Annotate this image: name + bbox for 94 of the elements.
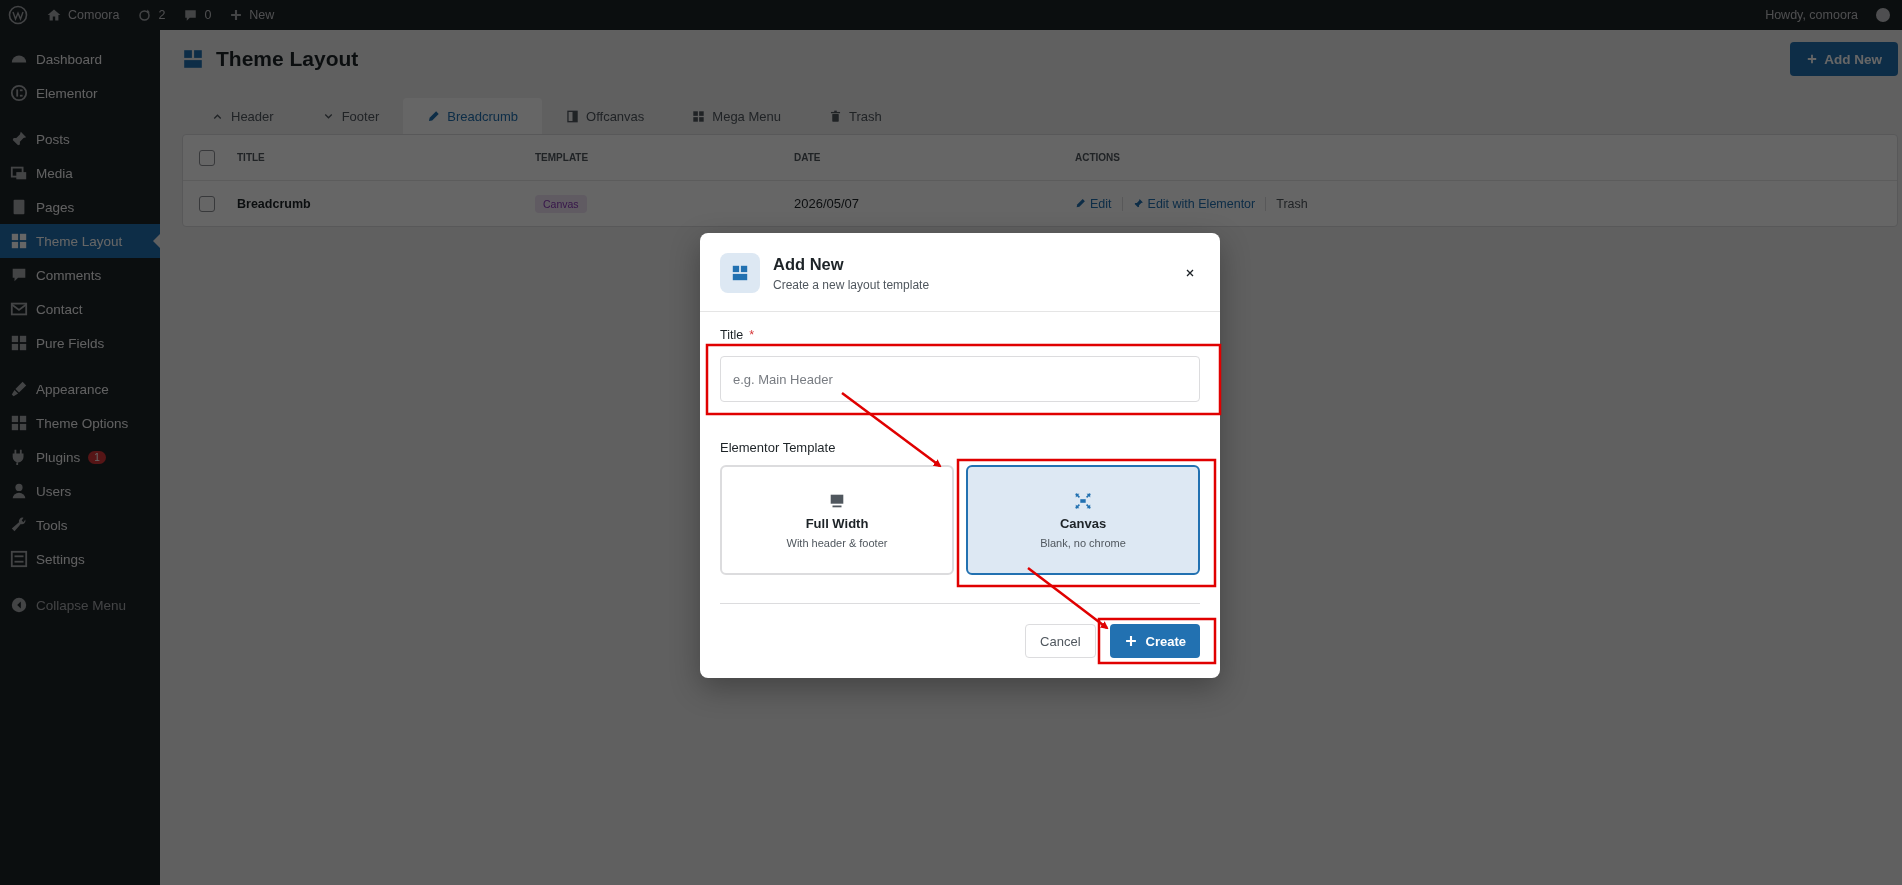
sidebar-item-label: Users [36, 483, 72, 499]
plus-icon [1806, 53, 1819, 65]
sidebar-item-label: Pure Fields [36, 335, 105, 351]
dialog-subtitle: Create a new layout template [773, 277, 931, 292]
sidebar-item-label: Tools [36, 517, 68, 533]
layout-grid-icon [182, 48, 204, 70]
pin-icon [10, 130, 28, 148]
refresh-icon[interactable] [137, 7, 153, 23]
envelope-icon [10, 300, 28, 318]
sidebar-item[interactable]: Comments [0, 258, 160, 292]
tab[interactable]: Offcanvas [542, 98, 669, 134]
sidebar-item[interactable]: Theme Layout [0, 224, 160, 258]
expand-arrows-icon [1074, 491, 1092, 510]
sidebar-item-label: Pages [36, 199, 75, 215]
sidebar-item-label: Settings [36, 551, 85, 567]
section-label: Elementor Template [720, 440, 837, 455]
sidebar-item[interactable]: Pages [0, 190, 160, 224]
circle-logo-icon [10, 84, 28, 102]
updates-count[interactable]: 2 [158, 8, 166, 22]
sidebar-item-label: Plugins [36, 449, 81, 465]
sidebar-item-label: Theme Options [36, 415, 129, 431]
row-checkbox[interactable] [199, 195, 215, 212]
create-button[interactable]: Create [1109, 624, 1200, 658]
elementor-link[interactable]: Edit with Elementor [1132, 196, 1256, 211]
comments-count[interactable]: 0 [204, 8, 212, 22]
pencil-icon [427, 109, 441, 123]
wordpress-logo-icon[interactable] [8, 5, 28, 25]
template-tag: Canvas [535, 194, 587, 213]
sidebar-item[interactable]: Theme Options [0, 406, 160, 440]
sidebar-item-label: Comments [36, 267, 102, 283]
grid-icon [10, 334, 28, 352]
person-icon [10, 482, 28, 500]
tab[interactable]: Breadcrumb [403, 98, 543, 134]
tab[interactable]: Header [187, 98, 298, 134]
tab[interactable]: Mega Menu [668, 98, 805, 134]
images-icon [10, 164, 28, 182]
column-header: TITLE [237, 152, 266, 163]
edit-link[interactable]: Edit [1075, 196, 1112, 211]
brush-icon [10, 380, 28, 398]
tab[interactable]: Trash [805, 98, 906, 134]
sidebar-item[interactable]: Posts [0, 122, 160, 156]
layout-grid-icon [731, 264, 749, 282]
column-header: TEMPLATE [535, 152, 590, 163]
trash-link[interactable]: Trash [1276, 196, 1308, 211]
grid-icon [10, 232, 28, 250]
add-new-button[interactable]: Add New [1790, 42, 1898, 76]
sidebar-item[interactable]: Settings [0, 542, 160, 576]
column-header: ACTIONS [1075, 152, 1121, 163]
sidebar-item[interactable]: Users [0, 474, 160, 508]
title-input-field[interactable]: e.g. Main Header [720, 356, 1200, 402]
dialog-title: Add New [773, 254, 845, 274]
site-name-link[interactable]: Comoora [68, 8, 120, 22]
sidebar-item[interactable]: Elementor [0, 76, 160, 110]
new-link[interactable]: New [249, 8, 275, 22]
home-icon[interactable] [46, 7, 62, 23]
template-option[interactable]: Canvas Blank, no chrome [966, 465, 1200, 575]
side-panel-icon [566, 109, 580, 123]
sidebar-item[interactable]: Appearance [0, 372, 160, 406]
plus-icon [1123, 634, 1138, 648]
sidebar-item[interactable]: Pure Fields [0, 326, 160, 360]
date-cell-text: 2026/05/07 [794, 196, 861, 211]
title-cell-text: Breadcrumb [237, 196, 312, 211]
sidebar-item-label: Appearance [36, 381, 109, 397]
sidebar-item-label: Media [36, 165, 73, 181]
template-option[interactable]: Full Width With header & footer [720, 465, 954, 575]
grid-icon [692, 109, 706, 123]
plus-icon[interactable] [229, 8, 244, 22]
speech-bubble-icon[interactable] [183, 7, 199, 23]
sidebar-item-label: Contact [36, 301, 83, 317]
sidebar-item-label: Elementor [36, 85, 98, 101]
pin-icon [1132, 198, 1144, 209]
page-title: Theme Layout [216, 47, 359, 71]
count-badge: 1 [88, 450, 106, 464]
sidebar-item[interactable]: Media [0, 156, 160, 190]
sidebar-item[interactable]: Tools [0, 508, 160, 542]
sidebar-item-label: Posts [36, 131, 70, 147]
column-header: DATE [794, 152, 822, 163]
grid-icon [10, 414, 28, 432]
sidebar-item[interactable]: Dashboard [0, 42, 160, 76]
required-mark: * [749, 328, 755, 342]
sidebar-item-label: Dashboard [36, 51, 103, 67]
select-all-checkbox[interactable] [199, 149, 215, 166]
field-label: Title [720, 328, 744, 342]
greeting-link[interactable]: Howdy, comoora [1765, 8, 1858, 22]
sidebar-item[interactable]: Contact [0, 292, 160, 326]
tab[interactable]: Footer [297, 98, 404, 134]
cancel-button[interactable]: Cancel [1025, 624, 1096, 658]
wrench-icon [10, 516, 28, 534]
pencil-icon [1075, 198, 1086, 209]
trash-icon [829, 109, 842, 123]
sidebar-item[interactable]: Plugins 1 [0, 440, 160, 474]
avatar-icon[interactable] [1876, 8, 1890, 22]
sidebar-item-label: Theme Layout [36, 233, 123, 249]
collapse-menu-button[interactable]: Collapse Menu [36, 597, 127, 613]
